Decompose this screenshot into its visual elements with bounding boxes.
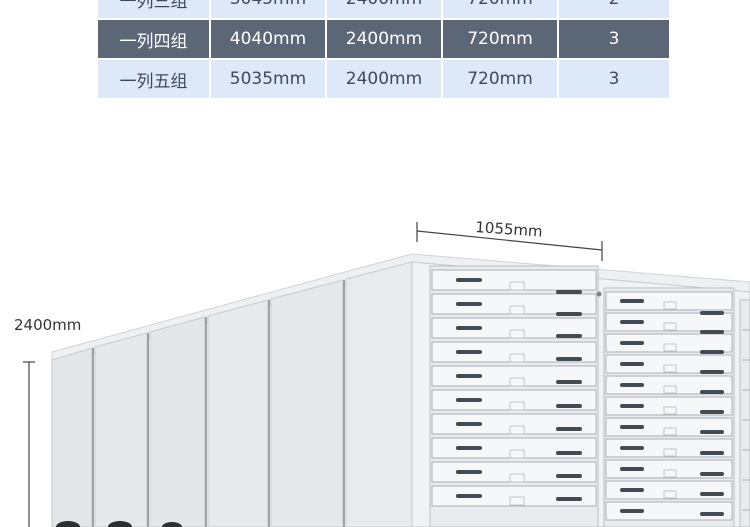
cabinet-side-panels — [51, 261, 413, 527]
height-dimension-label: 2400mm — [14, 316, 82, 334]
drawer-column-3 — [739, 299, 750, 527]
drawer-column-2 — [596, 287, 735, 527]
product-illustration — [23, 222, 750, 527]
drawer-column-1 — [429, 265, 599, 527]
height-dimension-line — [23, 361, 35, 527]
